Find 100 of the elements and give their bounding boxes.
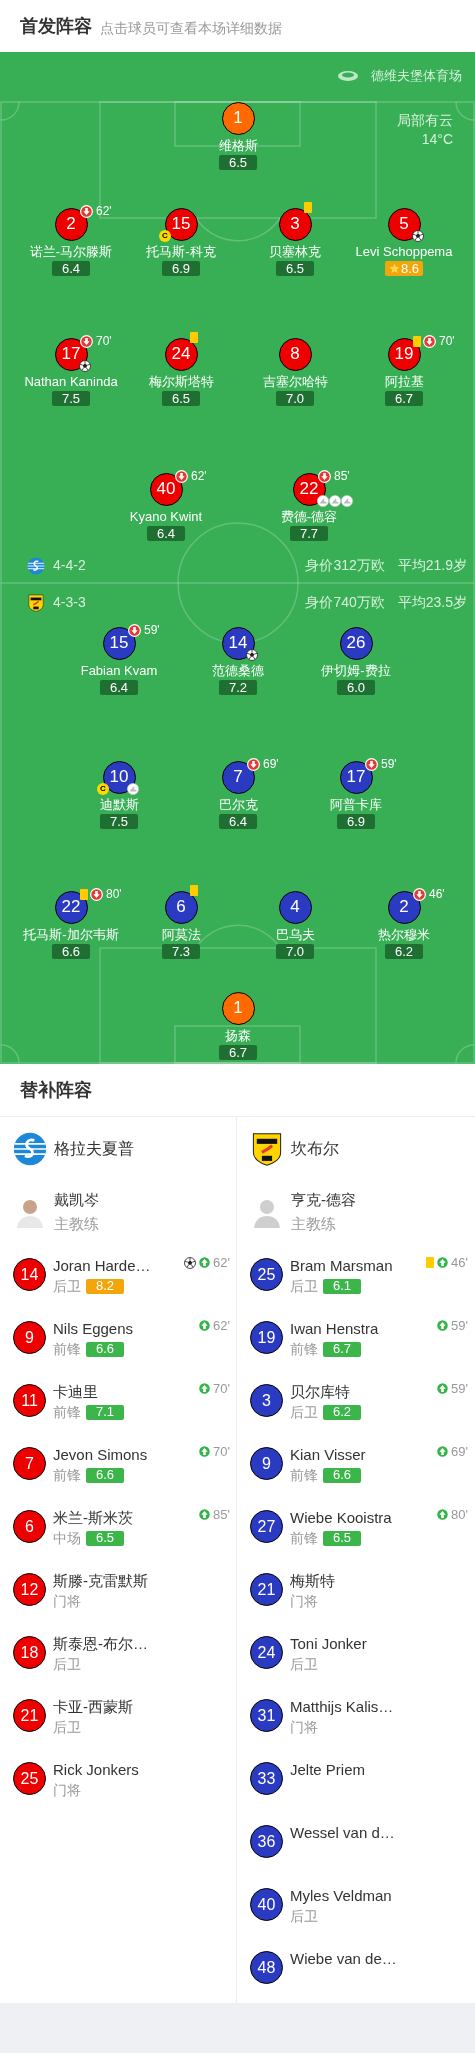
player-name[interactable]: Wessel van d… — [290, 1824, 395, 1842]
player-number-badge: 27 — [250, 1510, 283, 1543]
player-number-badge: 3 — [250, 1384, 283, 1417]
average-age-text: 平均21.9岁 — [397, 556, 467, 575]
player-rating: 7.3 — [162, 944, 200, 959]
player-name[interactable]: Kian Visser — [290, 1446, 366, 1464]
player-position: 前锋 — [290, 1467, 318, 1483]
substitution-minute: 59' — [144, 622, 160, 639]
substitution-out-icon — [128, 623, 141, 637]
player-rating: 6.6 — [52, 944, 90, 959]
player-rating: 6.4 — [100, 680, 138, 695]
player-position: 前锋 — [53, 1467, 81, 1483]
player-name[interactable]: Jelte Priem — [290, 1761, 366, 1779]
substitution-in-icon — [198, 1382, 212, 1396]
player-number-badge: 12 — [13, 1573, 46, 1606]
player-name[interactable]: Toni Jonker — [290, 1635, 367, 1653]
player-name[interactable]: Wiebe Kooistra — [290, 1509, 392, 1527]
captain-badge: C — [97, 783, 109, 795]
player-rating: 6.9 — [162, 261, 200, 276]
player-rating: 6.4 — [219, 814, 257, 829]
substitution-out-icon — [247, 757, 260, 771]
player-name[interactable]: 贝尔库特 — [290, 1383, 361, 1401]
star-icon — [388, 263, 400, 274]
player-rating: 6.5 — [276, 261, 314, 276]
substitution-minute: 59' — [381, 756, 397, 773]
player-position: 后卫 — [53, 1278, 81, 1294]
substitution-out-icon — [80, 204, 93, 218]
player-name[interactable]: Nils Eggens — [53, 1320, 134, 1338]
player-number-badge: 19 — [250, 1321, 283, 1354]
team-logo-icon — [13, 1131, 47, 1166]
player-name[interactable]: Joran Harde… — [53, 1257, 151, 1275]
substitution-minute: 70' — [213, 1380, 230, 1398]
player-name[interactable]: 米兰-斯米茨 — [53, 1509, 133, 1527]
player-number-badge: 4 — [278, 890, 312, 924]
substitution-out-icon — [413, 887, 426, 901]
player-number-badge: 22 — [54, 890, 88, 924]
player-number-badge: 33 — [250, 1762, 283, 1795]
section-subtitle: 点击球员可查看本场详细数据 — [100, 21, 282, 35]
boot-icon — [317, 495, 329, 507]
player-number-badge: 24 — [164, 337, 198, 371]
stadium-icon — [337, 69, 359, 82]
football-icon — [246, 649, 258, 661]
player-name[interactable]: Iwan Henstra — [290, 1320, 379, 1338]
captain-badge: C — [159, 230, 171, 242]
player-name[interactable]: Wiebe van de… — [290, 1950, 397, 1968]
player-rating: 6.2 — [323, 1404, 361, 1420]
coach-role: 主教练 — [54, 1214, 99, 1233]
player-rating: 6.2 — [385, 944, 423, 959]
squad-value-text: 身价740万欧 — [305, 593, 385, 612]
player-name[interactable]: Bram Marsman — [290, 1257, 393, 1275]
player-rating: 6.1 — [323, 1278, 361, 1294]
substitution-out-icon — [175, 469, 188, 483]
substitution-in-icon — [198, 1319, 212, 1333]
player-name[interactable]: 梅斯特 — [290, 1572, 335, 1590]
player-name[interactable]: 斯泰恩-布尔… — [53, 1635, 148, 1653]
player-number-badge: 14 — [221, 626, 255, 660]
player-position: 中场 — [53, 1530, 81, 1546]
player-rating: 6.5 — [162, 391, 200, 406]
player-position: 门将 — [290, 1719, 318, 1735]
player-number-badge: 40 — [149, 472, 183, 506]
team-logo-icon — [250, 1131, 284, 1166]
booking-card-icon — [190, 885, 198, 896]
player-number-badge: 9 — [13, 1321, 46, 1354]
substitution-minute: 70' — [439, 333, 455, 350]
booking-card-icon — [190, 332, 198, 343]
player-rating: 7.5 — [100, 814, 138, 829]
player-position: 后卫 — [290, 1404, 318, 1420]
player-rating: 7.1 — [86, 1404, 124, 1420]
player-name[interactable]: Jevon Simons — [53, 1446, 148, 1464]
player-name[interactable]: 卡亚-西蒙斯 — [53, 1698, 133, 1716]
stadium-name: 德维夫堡体育场 — [371, 67, 462, 85]
player-number-badge: 6 — [164, 890, 198, 924]
player-position: 后卫 — [53, 1656, 81, 1672]
coach-name[interactable]: 戴凯岑 — [54, 1190, 99, 1209]
boot-icon — [127, 783, 139, 795]
substitution-minute: 85' — [213, 1506, 230, 1524]
boot-icon — [329, 495, 341, 507]
substitution-minute: 70' — [213, 1443, 230, 1461]
player-number-badge: 26 — [339, 626, 373, 660]
player-rating: 8.6 — [385, 261, 423, 276]
player-name[interactable]: 卡迪里 — [53, 1383, 124, 1401]
player-number-badge: 31 — [250, 1699, 283, 1732]
player-number-badge: 7 — [13, 1447, 46, 1480]
player-number-badge: 11 — [13, 1384, 46, 1417]
player-name[interactable]: Rick Jonkers — [53, 1761, 139, 1779]
player-position: 前锋 — [290, 1530, 318, 1546]
player-position: 后卫 — [290, 1656, 318, 1672]
player-number-badge: 18 — [13, 1636, 46, 1669]
player-name[interactable]: 斯滕-克雷默斯 — [53, 1572, 148, 1590]
player-name[interactable]: Myles Veldman — [290, 1887, 392, 1905]
player-number-badge: 40 — [250, 1888, 283, 1921]
substitution-in-icon — [436, 1256, 450, 1270]
formation-text: 4-3-3 — [53, 593, 86, 612]
coach-name[interactable]: 亨克-德容 — [291, 1190, 356, 1209]
booking-card-icon — [426, 1257, 435, 1269]
section-title: 首发阵容 — [20, 17, 92, 35]
player-name[interactable]: Matthijs Kalis… — [290, 1698, 394, 1716]
booking-card-icon — [304, 202, 312, 213]
player-number-badge: 19 — [387, 337, 421, 371]
player-rating: 7.2 — [219, 680, 257, 695]
